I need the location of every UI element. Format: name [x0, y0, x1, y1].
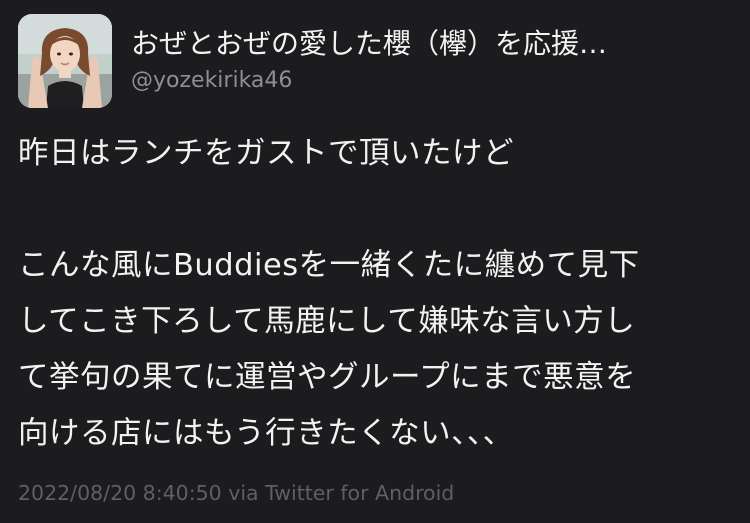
tweet-text: 昨日はランチをガストで頂いたけど ​ こんな風にBuddiesを一緒くたに纏めて見下…	[18, 126, 732, 462]
tweet-line: 昨日はランチをガストで頂いたけど	[18, 136, 514, 171]
tweet-timestamp-source[interactable]: 2022/08/20 8:40:50 via Twitter for Andro…	[18, 479, 454, 507]
tweet-header: おぜとおぜの愛した櫻（欅）を応援… @yozekirika46	[18, 14, 732, 110]
user-names: おぜとおぜの愛した櫻（欅）を応援… @yozekirika46	[131, 26, 732, 94]
tweet-line: 向ける店にはもう行きたくない、、、	[18, 416, 514, 451]
user-handle[interactable]: @yozekirika46	[131, 68, 732, 94]
tweet-line: て挙句の果てに運営やグループにまで悪意を	[18, 360, 637, 395]
tweet-line: してこき下ろして馬鹿にして嫌味な言い方し	[18, 304, 636, 339]
display-name[interactable]: おぜとおぜの愛した櫻（欅）を応援…	[131, 26, 732, 62]
avatar-portrait-icon	[18, 14, 112, 108]
avatar[interactable]	[18, 14, 112, 108]
tweet-card: おぜとおぜの愛した櫻（欅）を応援… @yozekirika46 昨日はランチをガ…	[0, 0, 750, 523]
tweet-line-blank: ​	[18, 182, 732, 238]
tweet-line: こんな風にBuddiesを一緒くたに纏めて見下	[18, 248, 640, 283]
